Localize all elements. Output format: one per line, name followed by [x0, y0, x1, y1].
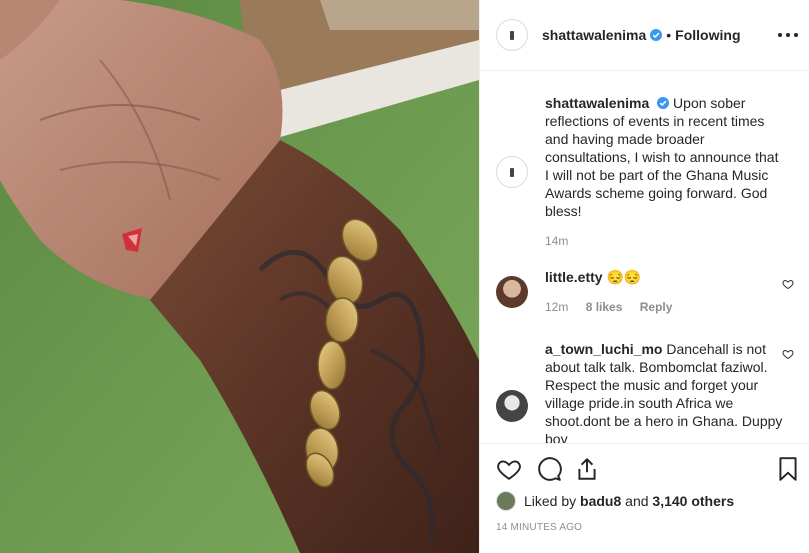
- share-icon[interactable]: [574, 456, 600, 482]
- following-button[interactable]: Following: [675, 27, 740, 43]
- commenter-avatar[interactable]: [496, 390, 528, 422]
- post-side-panel: shattawalenima • Following shattawalenim…: [479, 0, 809, 553]
- commenter-avatar[interactable]: [496, 276, 528, 308]
- comments-list[interactable]: shattawalenima Upon sober reflections of…: [480, 72, 809, 443]
- author-username[interactable]: shattawalenima: [542, 27, 646, 43]
- comment-like-heart-icon[interactable]: [782, 348, 794, 360]
- caption-username[interactable]: shattawalenima: [545, 95, 649, 111]
- comment-text: little.etty 😔😔: [545, 268, 785, 286]
- liker-username[interactable]: badu8: [580, 493, 621, 509]
- caption-author-avatar[interactable]: [496, 156, 528, 188]
- liked-by-conjunction: and: [625, 493, 649, 509]
- liker-avatar[interactable]: [496, 491, 516, 511]
- post-timestamp[interactable]: 14 MINUTES AGO: [496, 522, 582, 533]
- comment-meta: 12m 8 likes Reply: [545, 300, 686, 314]
- comment-icon[interactable]: [536, 456, 562, 482]
- header-separator: •: [666, 27, 672, 43]
- caption-body: Upon sober reflections of events in rece…: [545, 95, 779, 219]
- likes-others-link[interactable]: 3,140 others: [652, 493, 734, 509]
- caption-age[interactable]: 14m: [545, 234, 568, 248]
- comment-text: a_town_luchi_mo Dancehall is not about t…: [545, 340, 785, 443]
- verified-badge-icon: [650, 29, 663, 41]
- liked-by-prefix: Liked by: [524, 493, 577, 509]
- author-avatar[interactable]: [496, 19, 528, 51]
- comment-like-heart-icon[interactable]: [782, 278, 794, 290]
- bookmark-icon[interactable]: [775, 456, 801, 482]
- more-options-icon[interactable]: [778, 26, 798, 44]
- comment-likes[interactable]: 8 likes: [586, 300, 623, 314]
- verified-badge-icon: [657, 97, 670, 109]
- comment-age[interactable]: 12m: [545, 300, 568, 314]
- reply-button[interactable]: Reply: [640, 300, 673, 314]
- comment-username[interactable]: little.etty: [545, 269, 603, 285]
- caption-text: shattawalenima Upon sober reflections of…: [545, 94, 785, 220]
- caption-meta: 14m: [545, 234, 582, 248]
- comment-username[interactable]: a_town_luchi_mo: [545, 341, 662, 357]
- post-actions: Liked by badu8 and 3,140 others 14 MINUT…: [480, 443, 809, 553]
- heart-icon[interactable]: [496, 456, 522, 482]
- post-photo-wrist-chain: [0, 0, 479, 553]
- comment-body: 😔😔: [606, 269, 642, 285]
- likes-summary: Liked by badu8 and 3,140 others: [496, 491, 734, 511]
- post-image[interactable]: [0, 0, 479, 553]
- post-header: shattawalenima • Following: [480, 0, 809, 71]
